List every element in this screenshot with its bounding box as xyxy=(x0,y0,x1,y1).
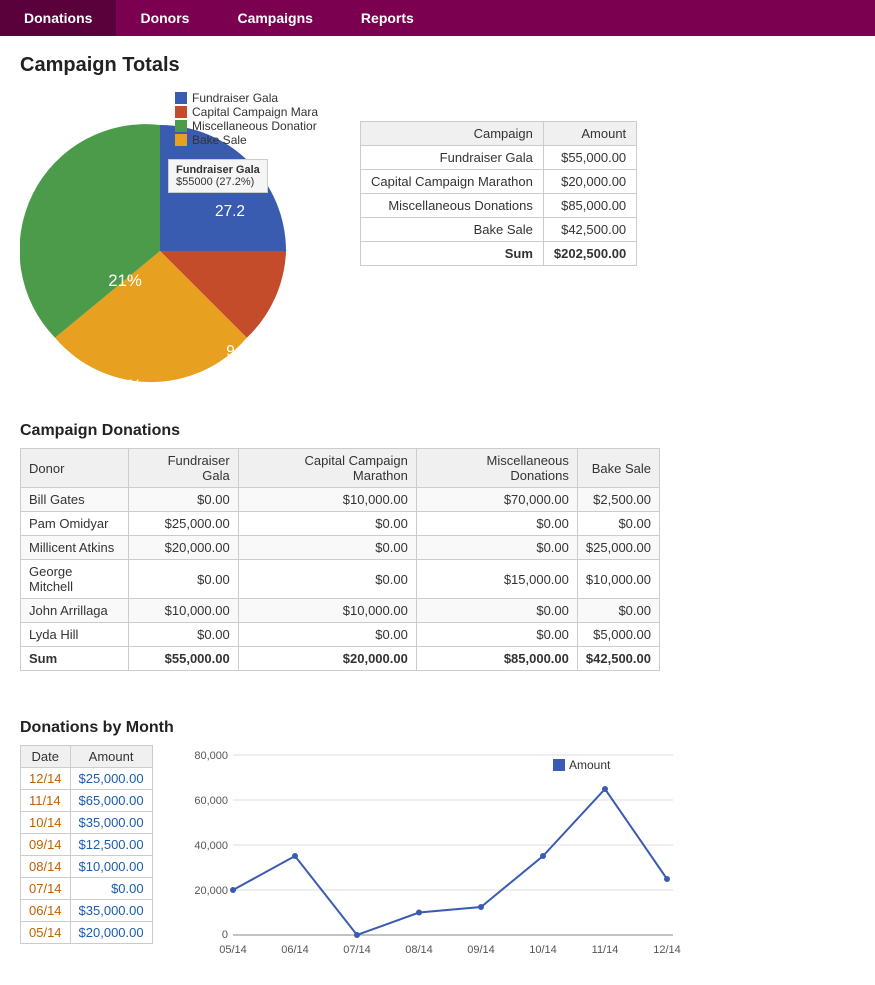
pie-tooltip: Fundraiser Gala $55000 (27.2%) xyxy=(168,159,268,193)
campaign-totals-title: Campaign Totals xyxy=(20,54,855,77)
table-row: Bill Gates $0.00 $10,000.00 $70,000.00 $… xyxy=(21,488,660,512)
table-row: George Mitchell $0.00 $0.00 $15,000.00 $… xyxy=(21,560,660,599)
col-donor: Donor xyxy=(21,449,129,488)
pie-legend: Fundraiser Gala Capital Campaign Mara Mi… xyxy=(175,91,318,147)
svg-text:27.2: 27.2 xyxy=(215,203,245,220)
svg-text:07/14: 07/14 xyxy=(343,944,371,956)
line-chart: 80,000 60,000 40,000 20,000 0 05/14 06/1… xyxy=(173,745,693,975)
svg-text:42%: 42% xyxy=(108,376,142,391)
svg-text:21%: 21% xyxy=(108,271,142,290)
nav-donors[interactable]: Donors xyxy=(116,0,213,36)
svg-text:40,000: 40,000 xyxy=(194,840,228,852)
col-date: Date xyxy=(21,746,71,768)
table-row: 12/14 $25,000.00 xyxy=(21,768,153,790)
svg-text:80,000: 80,000 xyxy=(194,750,228,762)
table-row: 11/14 $65,000.00 xyxy=(21,790,153,812)
svg-text:06/14: 06/14 xyxy=(281,944,309,956)
svg-text:05/14: 05/14 xyxy=(219,944,247,956)
table-row: Capital Campaign Marathon $20,000.00 xyxy=(361,170,637,194)
svg-text:60,000: 60,000 xyxy=(194,795,228,807)
campaign-donations-table: Donor Fundraiser Gala Capital Campaign M… xyxy=(20,448,660,671)
svg-text:09/14: 09/14 xyxy=(467,944,495,956)
col-bs: Bake Sale xyxy=(577,449,659,488)
nav-donations[interactable]: Donations xyxy=(0,0,116,36)
pie-chart: 21% 42% 9.0 27.2 xyxy=(20,111,300,391)
svg-text:08/14: 08/14 xyxy=(405,944,433,956)
col-cc: Capital Campaign Marathon xyxy=(238,449,416,488)
svg-text:12/14: 12/14 xyxy=(653,944,681,956)
svg-text:0: 0 xyxy=(222,929,228,941)
table-row: 06/14 $35,000.00 xyxy=(21,900,153,922)
table-row: 08/14 $10,000.00 xyxy=(21,856,153,878)
nav-reports[interactable]: Reports xyxy=(337,0,438,36)
campaign-totals-section: Campaign Totals Fundraiser Gala Capital … xyxy=(0,36,875,404)
table-row: 09/14 $12,500.00 xyxy=(21,834,153,856)
campaign-donations-section: Campaign Donations Donor Fundraiser Gala… xyxy=(0,404,875,701)
campaign-summary-table-wrapper: Campaign Amount Fundraiser Gala $55,000.… xyxy=(360,121,637,266)
table-row: John Arrillaga $10,000.00 $10,000.00 $0.… xyxy=(21,599,660,623)
svg-text:10/14: 10/14 xyxy=(529,944,557,956)
col-amount: Amount xyxy=(543,122,636,146)
pie-chart-area: Fundraiser Gala Capital Campaign Mara Mi… xyxy=(20,91,340,394)
table-row: 05/14 $20,000.00 xyxy=(21,922,153,944)
col-campaign: Campaign xyxy=(361,122,544,146)
table-row: Pam Omidyar $25,000.00 $0.00 $0.00 $0.00 xyxy=(21,512,660,536)
table-row: Lyda Hill $0.00 $0.00 $0.00 $5,000.00 xyxy=(21,623,660,647)
col-md: Miscellaneous Donations xyxy=(416,449,577,488)
summary-sum-row: Sum $202,500.00 xyxy=(361,242,637,266)
campaign-donations-title: Campaign Donations xyxy=(20,422,855,440)
month-table: Date Amount 12/14 $25,000.00 11/14 $65,0… xyxy=(20,745,153,944)
table-row: 07/14 $0.00 xyxy=(21,878,153,900)
table-row: Miscellaneous Donations $85,000.00 xyxy=(361,194,637,218)
col-amount: Amount xyxy=(70,746,152,768)
nav-campaigns[interactable]: Campaigns xyxy=(213,0,336,36)
month-table-wrapper: Date Amount 12/14 $25,000.00 11/14 $65,0… xyxy=(20,745,153,944)
svg-text:Amount: Amount xyxy=(569,758,611,772)
donations-sum-row: Sum $55,000.00 $20,000.00 $85,000.00 $42… xyxy=(21,647,660,671)
donations-by-month-section: Donations by Month Date Amount 12/14 $25… xyxy=(0,701,875,985)
col-fg: Fundraiser Gala xyxy=(128,449,238,488)
campaign-summary-table: Campaign Amount Fundraiser Gala $55,000.… xyxy=(360,121,637,266)
table-row: Bake Sale $42,500.00 xyxy=(361,218,637,242)
table-row: Fundraiser Gala $55,000.00 xyxy=(361,146,637,170)
table-row: Millicent Atkins $20,000.00 $0.00 $0.00 … xyxy=(21,536,660,560)
line-chart-area: 80,000 60,000 40,000 20,000 0 05/14 06/1… xyxy=(173,745,693,975)
table-row: 10/14 $35,000.00 xyxy=(21,812,153,834)
svg-text:9.0: 9.0 xyxy=(226,343,247,360)
svg-text:20,000: 20,000 xyxy=(194,885,228,897)
main-nav: Donations Donors Campaigns Reports xyxy=(0,0,875,36)
donations-by-month-title: Donations by Month xyxy=(20,719,855,737)
svg-text:11/14: 11/14 xyxy=(591,944,618,956)
